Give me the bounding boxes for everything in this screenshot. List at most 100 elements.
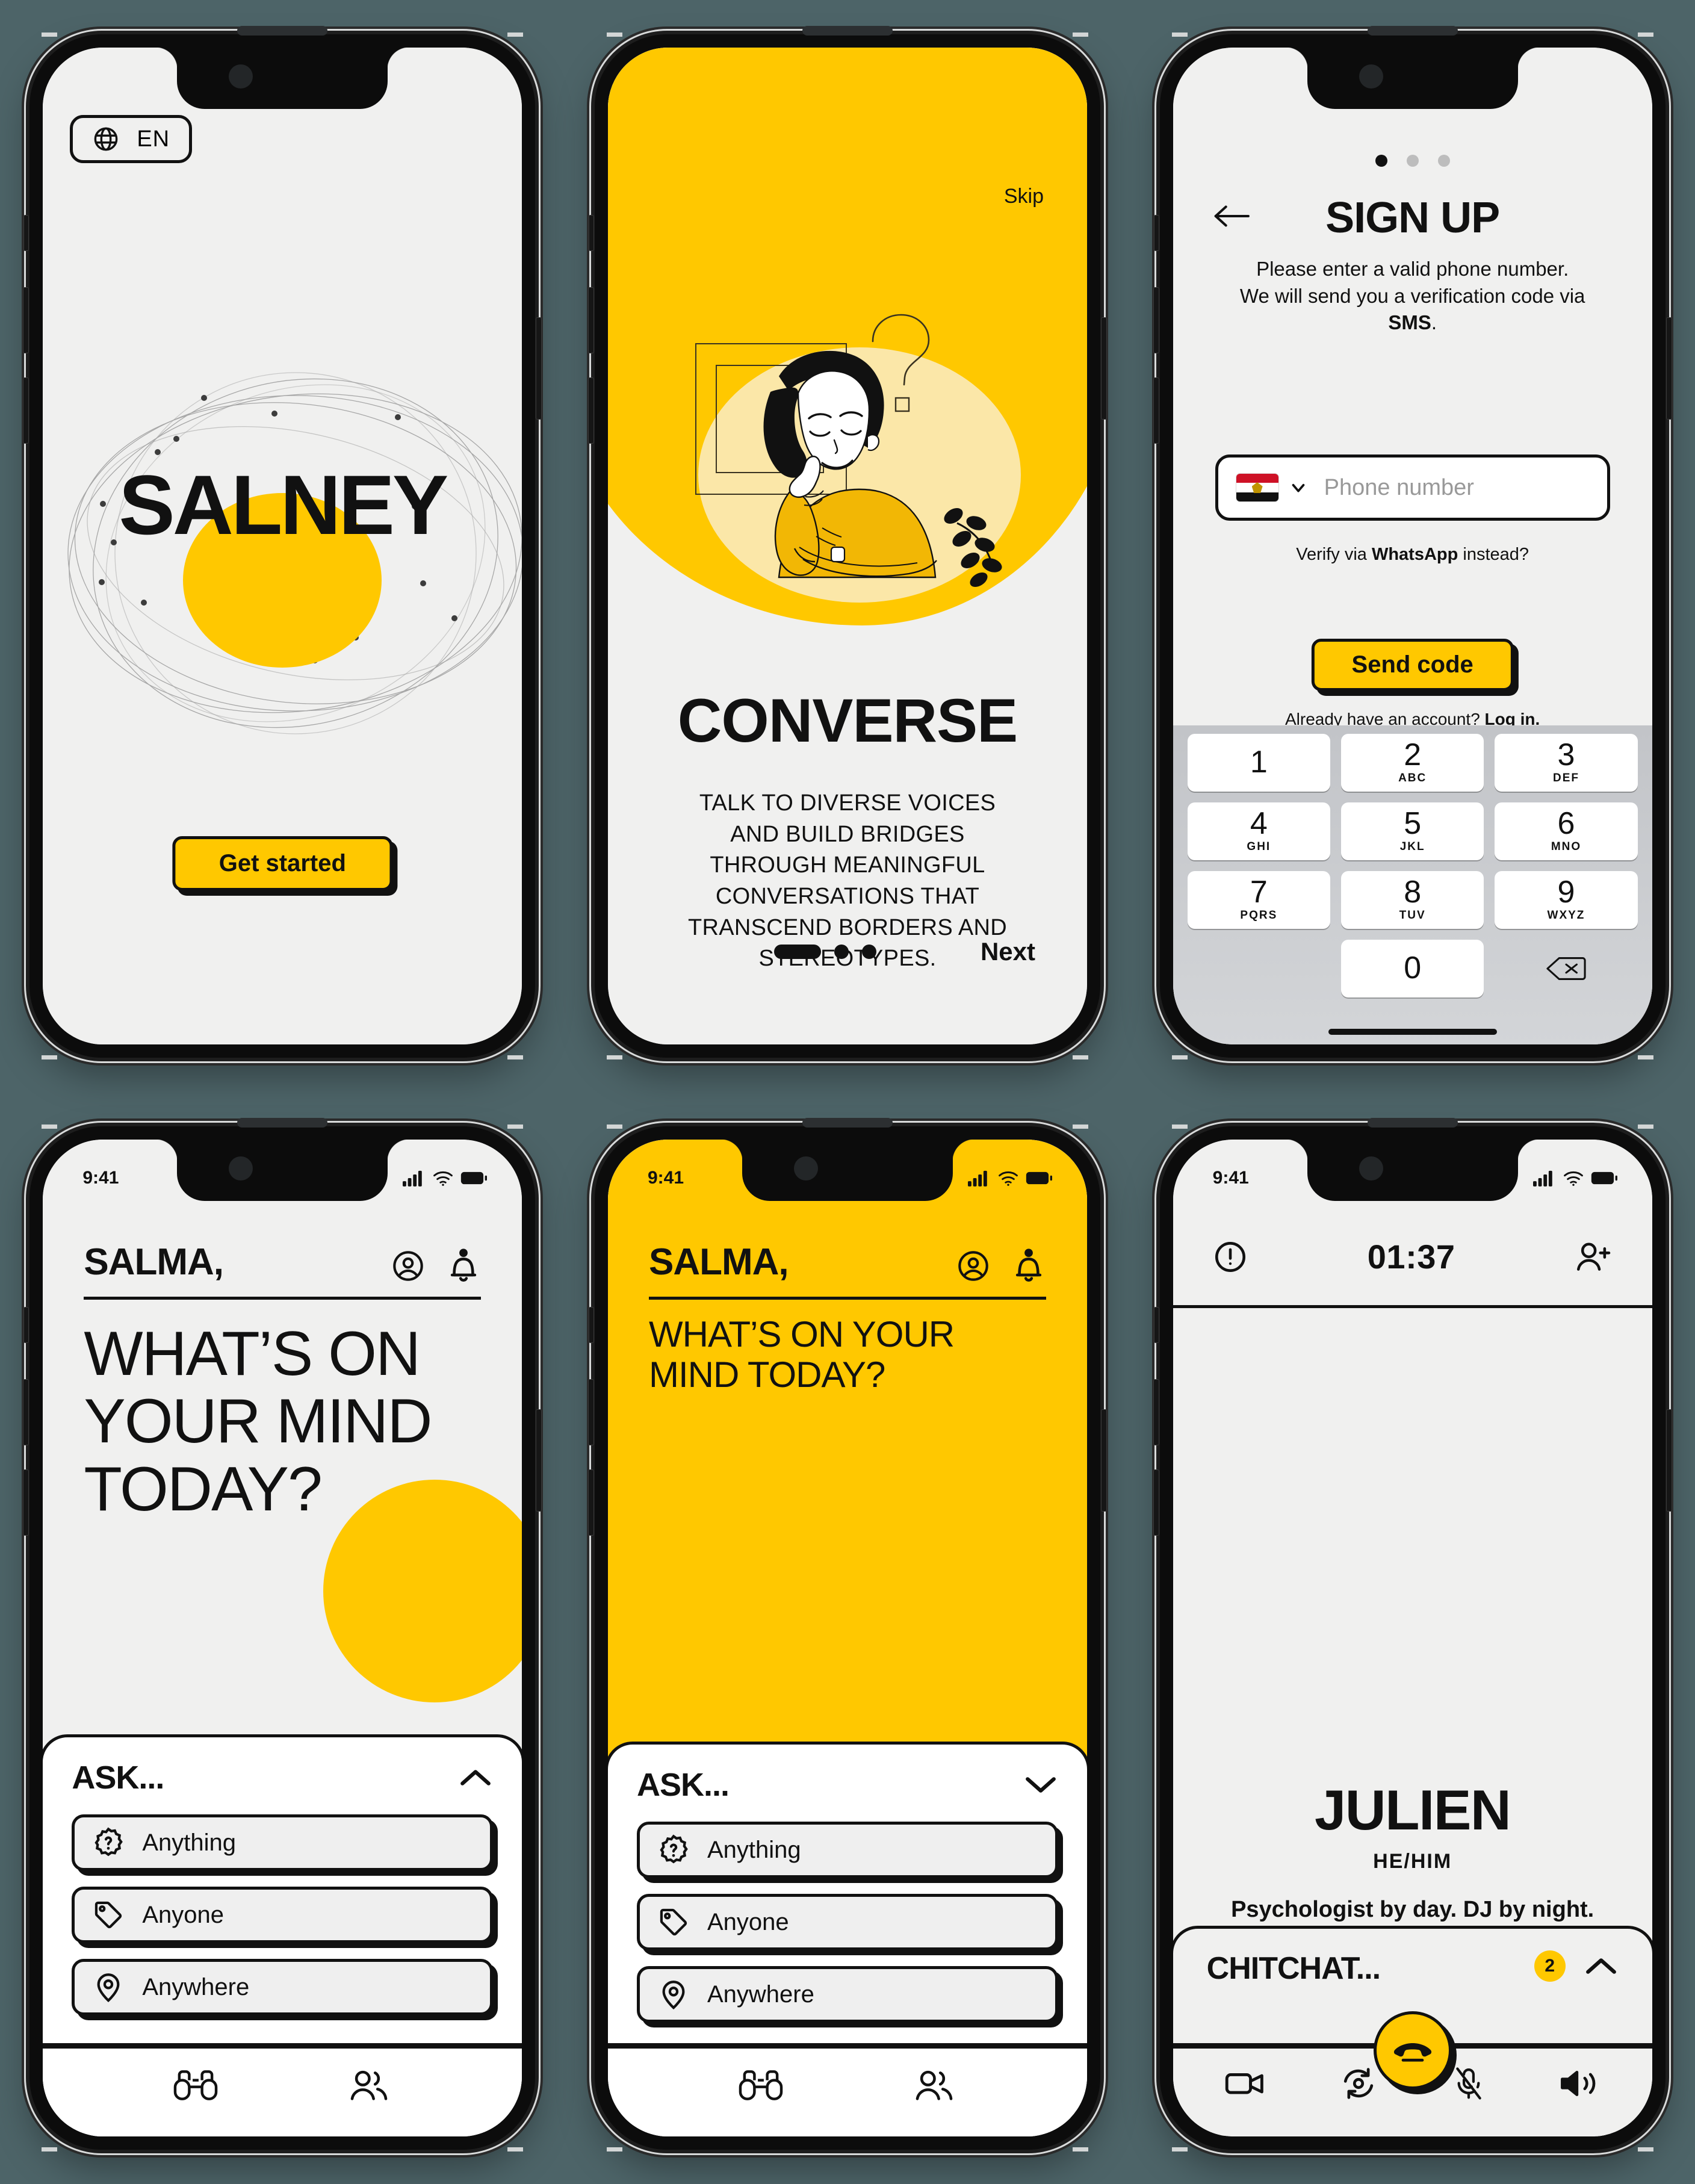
antenna-line — [1072, 1055, 1088, 1059]
pager-dot[interactable] — [861, 945, 876, 959]
bell-icon[interactable] — [446, 1249, 481, 1283]
volume-down-button[interactable] — [587, 377, 594, 444]
key-7[interactable]: 7 PQRS — [1187, 871, 1330, 929]
antenna-line — [1171, 2147, 1188, 2151]
logo-text: SALNEY — [119, 458, 448, 552]
key-letters: DEF — [1552, 771, 1579, 784]
power-button[interactable] — [1666, 317, 1672, 420]
mute-switch[interactable] — [23, 1307, 29, 1343]
key-2[interactable]: 2 ABC — [1340, 734, 1484, 792]
volume-up-button[interactable] — [1153, 287, 1159, 353]
signal-bars-icon — [1532, 1170, 1552, 1187]
key-blank — [1188, 940, 1330, 997]
key-5[interactable]: 5 JKL — [1340, 802, 1484, 860]
pager-dot[interactable] — [1406, 155, 1419, 167]
key-1[interactable]: 1 — [1187, 734, 1330, 792]
hangup-button[interactable] — [1373, 2011, 1452, 2089]
key-0[interactable]: 0 — [1340, 940, 1484, 997]
mic-off-icon[interactable] — [1450, 2067, 1487, 2100]
antenna-line — [606, 33, 622, 37]
speaker-icon[interactable] — [1558, 2068, 1600, 2099]
people-icon[interactable] — [912, 2068, 956, 2102]
pager-dot-active[interactable] — [773, 945, 821, 959]
volume-down-button[interactable] — [587, 1469, 594, 1536]
pager-dot-active[interactable] — [1375, 155, 1387, 167]
onboarding-pager[interactable] — [773, 945, 876, 959]
power-button[interactable] — [536, 1409, 542, 1512]
volume-down-button[interactable] — [1153, 377, 1159, 444]
ask-option-anything[interactable]: Anything — [636, 1822, 1058, 1878]
ask-option-anyone[interactable]: Anyone — [636, 1894, 1058, 1950]
power-button[interactable] — [1666, 1409, 1672, 1512]
key-3[interactable]: 3 DEF — [1495, 734, 1638, 792]
language-selector[interactable]: EN — [70, 115, 193, 163]
key-8[interactable]: 8 TUV — [1340, 871, 1484, 929]
bottom-tab-bar[interactable] — [43, 2046, 522, 2136]
binoculars-icon[interactable] — [739, 2068, 783, 2102]
key-6[interactable]: 6 MNO — [1495, 802, 1638, 860]
whatsapp-verify-link[interactable]: Verify via WhatsApp instead? — [1173, 545, 1652, 565]
home-header: SALMA, WHAT’S ON YOUR MIND TODAY? — [648, 1241, 1046, 1395]
power-button[interactable] — [1100, 1409, 1107, 1512]
phone-input-placeholder[interactable]: Phone number — [1324, 475, 1474, 501]
binoculars-icon[interactable] — [173, 2068, 218, 2102]
volume-down-button[interactable] — [23, 1469, 29, 1536]
volume-down-button[interactable] — [1153, 1469, 1159, 1536]
option-label: Anyone — [707, 1908, 789, 1935]
volume-up-button[interactable] — [587, 287, 594, 353]
pager-dot[interactable] — [1437, 155, 1450, 167]
ask-option-anywhere[interactable]: Anywhere — [636, 1966, 1058, 2023]
account-circle-icon[interactable] — [391, 1249, 426, 1283]
mute-switch[interactable] — [588, 1307, 594, 1343]
camera-flip-icon[interactable] — [1337, 2068, 1380, 2099]
chevron-up-icon[interactable] — [458, 1766, 493, 1790]
numeric-keypad[interactable]: 1 2 ABC 3 DEF 4 GHI 5 JKL 6 MNO 7 PQRS 8 TUV — [1173, 725, 1652, 1044]
key-4[interactable]: 4 GHI — [1187, 802, 1330, 860]
status-time: 9:41 — [1212, 1168, 1249, 1188]
power-button[interactable] — [1100, 317, 1107, 420]
pager-dot[interactable] — [834, 945, 849, 959]
ask-option-anything[interactable]: Anything — [72, 1814, 494, 1871]
alert-circle-icon[interactable] — [1213, 1239, 1248, 1274]
phone-number-field[interactable]: Phone number — [1215, 454, 1610, 521]
key-backspace[interactable] — [1495, 940, 1637, 997]
antenna-line — [42, 33, 58, 37]
chevron-up-icon[interactable] — [1584, 1954, 1619, 1978]
signup-pager[interactable] — [1173, 155, 1652, 167]
mute-switch[interactable] — [1153, 1307, 1159, 1343]
mute-switch[interactable] — [588, 215, 594, 251]
chevron-down-icon[interactable] — [1023, 1773, 1058, 1797]
antenna-line — [1637, 1125, 1653, 1129]
key-letters: WXYZ — [1547, 908, 1585, 922]
egypt-flag-icon[interactable] — [1236, 474, 1278, 501]
front-camera-icon — [1359, 64, 1383, 88]
skip-button[interactable]: Skip — [1004, 185, 1044, 208]
power-button[interactable] — [536, 317, 542, 420]
user-plus-icon[interactable] — [1575, 1239, 1613, 1274]
account-circle-icon[interactable] — [956, 1249, 991, 1283]
video-camera-icon[interactable] — [1225, 2068, 1267, 2099]
chevron-down-icon[interactable] — [1288, 477, 1309, 498]
volume-up-button[interactable] — [23, 1379, 29, 1445]
option-label: Anyone — [142, 1901, 224, 1928]
get-started-button[interactable]: Get started — [172, 836, 392, 891]
ask-option-anyone[interactable]: Anyone — [72, 1887, 494, 1943]
chitchat-badge: 2 — [1534, 1950, 1566, 1982]
people-icon[interactable] — [347, 2068, 391, 2102]
wifi-icon — [1563, 1171, 1583, 1186]
bottom-tab-bar[interactable] — [607, 2046, 1087, 2136]
mute-switch[interactable] — [23, 215, 29, 251]
volume-up-button[interactable] — [587, 1379, 594, 1445]
volume-down-button[interactable] — [23, 377, 29, 444]
key-9[interactable]: 9 WXYZ — [1495, 871, 1638, 929]
bell-icon[interactable] — [1011, 1249, 1046, 1283]
option-label: Anywhere — [707, 1981, 814, 2008]
signal-bars-icon — [403, 1170, 423, 1187]
wifi-icon — [433, 1171, 453, 1186]
send-code-button[interactable]: Send code — [1311, 639, 1514, 691]
next-button[interactable]: Next — [981, 937, 1035, 966]
volume-up-button[interactable] — [23, 287, 29, 353]
mute-switch[interactable] — [1153, 215, 1159, 251]
ask-option-anywhere[interactable]: Anywhere — [72, 1959, 494, 2015]
volume-up-button[interactable] — [1153, 1379, 1159, 1445]
